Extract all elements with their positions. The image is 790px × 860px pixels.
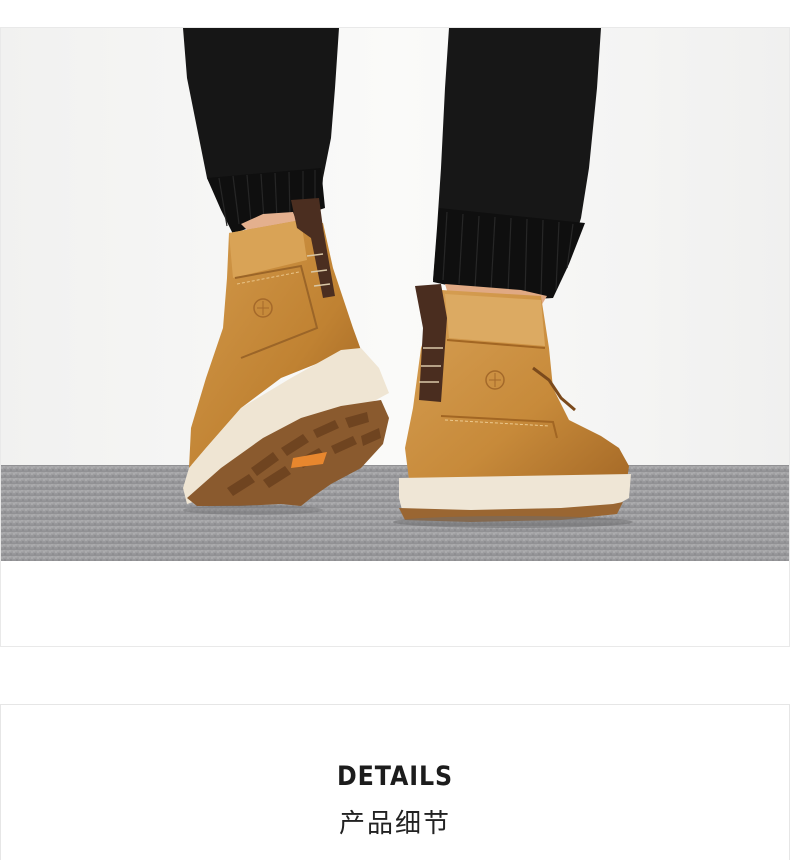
carpet-floor [1, 465, 789, 561]
boots-photo-illustration [1, 28, 789, 646]
details-section: DETAILS 产品细节 [0, 704, 790, 860]
product-photo [0, 27, 790, 647]
details-subheading: 产品细节 [338, 809, 451, 839]
wall-background [1, 28, 789, 466]
product-detail-page: DETAILS 产品细节 [0, 0, 790, 860]
photo-bottom-margin [1, 561, 789, 646]
details-heading: DETAILS [337, 761, 453, 792]
